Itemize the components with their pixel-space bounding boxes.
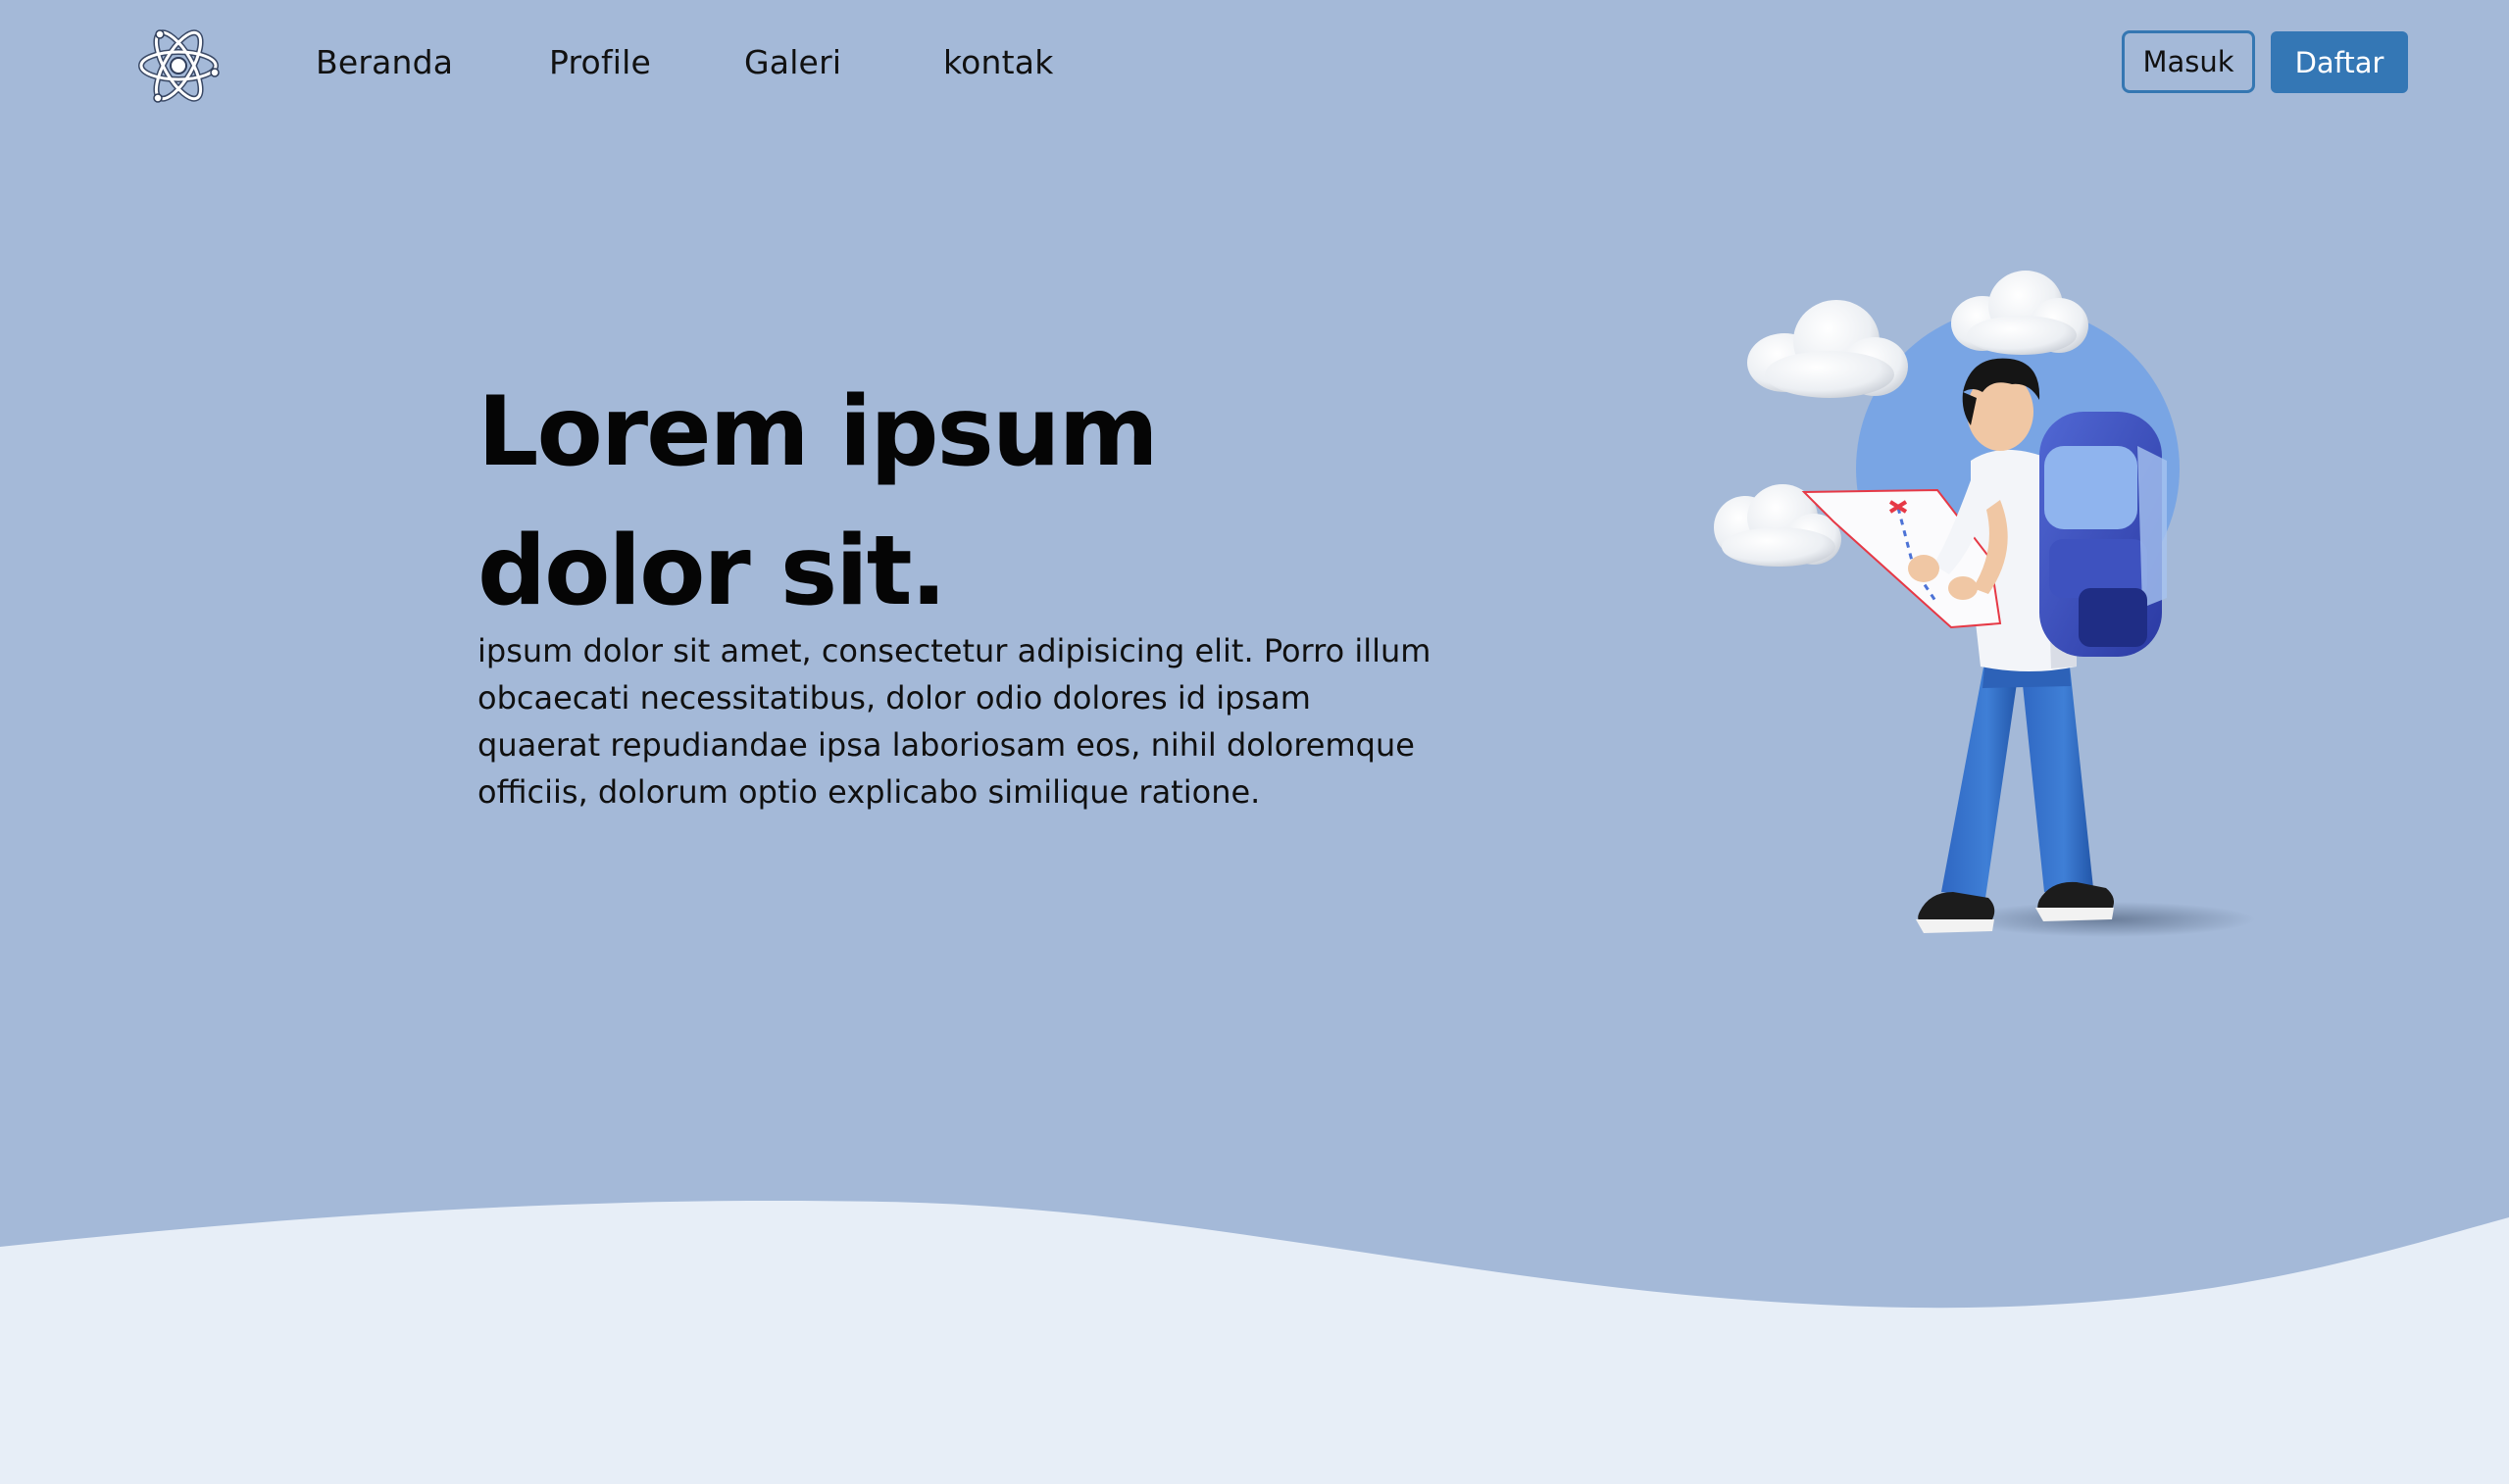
landing-page: Beranda Profile Galeri kontak Masuk Daft… xyxy=(0,0,2509,1484)
nav-link-beranda[interactable]: Beranda xyxy=(316,43,453,81)
login-button[interactable]: Masuk xyxy=(2122,30,2255,93)
cloud-top-right xyxy=(1951,271,2088,355)
navbar: Beranda Profile Galeri kontak Masuk Daft… xyxy=(0,0,2509,124)
atom-icon[interactable] xyxy=(136,24,221,108)
cloud-top-left xyxy=(1747,300,1908,398)
hero-description: ipsum dolor sit amet, consectetur adipis… xyxy=(477,632,1431,811)
register-button[interactable]: Daftar xyxy=(2271,31,2408,93)
nav-link-profile[interactable]: Profile xyxy=(549,43,651,81)
bottom-wave xyxy=(0,1157,2509,1484)
nav-link-kontak[interactable]: kontak xyxy=(943,43,1054,81)
backpacker-illustration xyxy=(1706,265,2294,970)
hero-title: Lorem ipsum dolor sit. xyxy=(477,376,1159,627)
nav-link-galeri[interactable]: Galeri xyxy=(744,43,841,81)
